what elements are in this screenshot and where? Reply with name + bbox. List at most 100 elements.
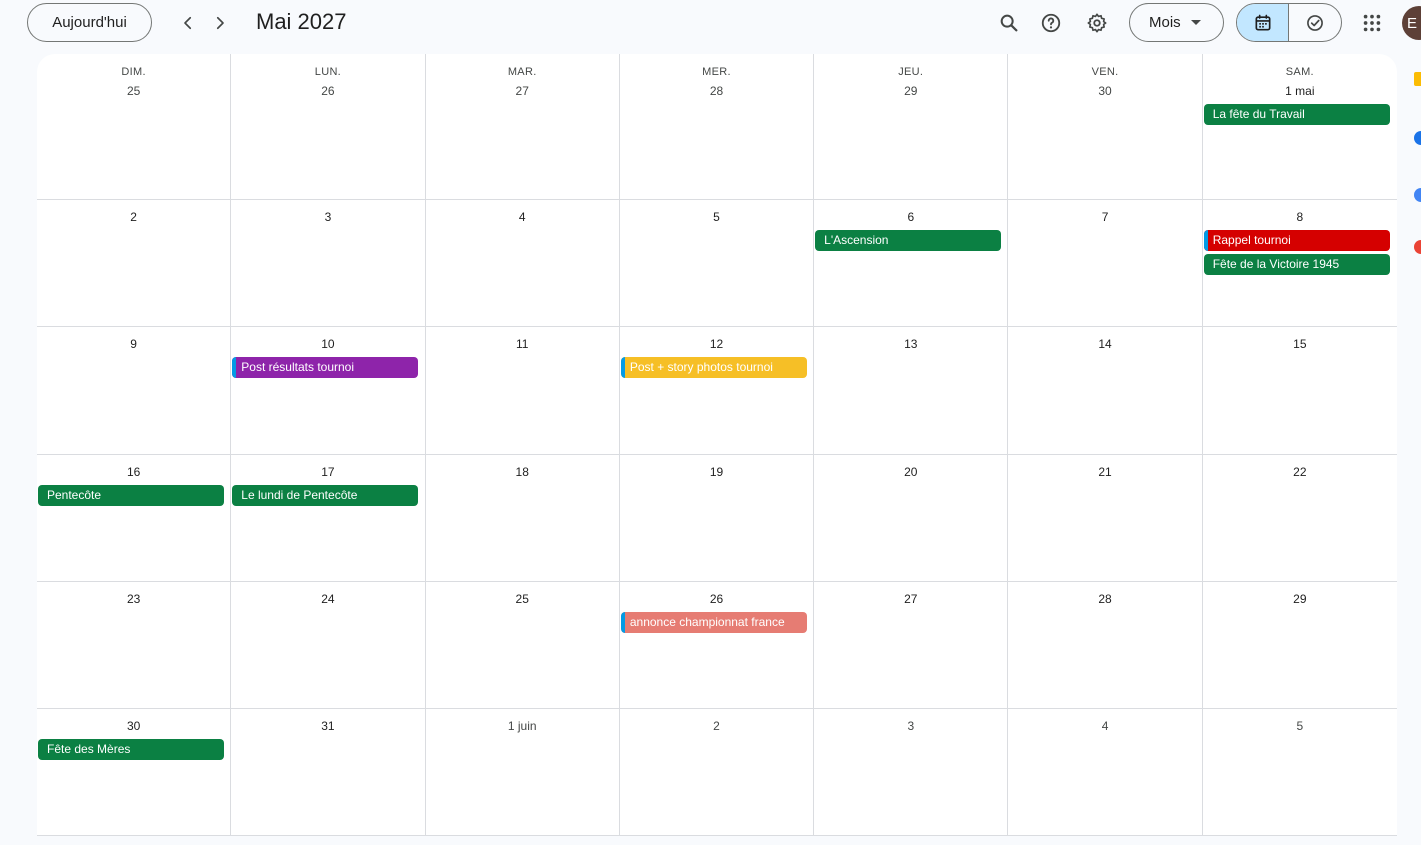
day-cell[interactable]: 20	[814, 455, 1009, 582]
day-number[interactable]: 18	[426, 465, 619, 479]
previous-month-button[interactable]	[174, 9, 202, 37]
side-panel-maps-icon[interactable]	[1414, 240, 1421, 254]
day-cell[interactable]: VEN. 30	[1008, 54, 1203, 200]
day-number[interactable]: 17	[231, 465, 424, 479]
calendar-view-button[interactable]	[1237, 4, 1290, 41]
day-cell[interactable]: 22	[1202, 455, 1397, 582]
day-number[interactable]: 5	[620, 210, 813, 224]
day-cell[interactable]: 7	[1008, 200, 1203, 327]
today-button[interactable]: Aujourd'hui	[27, 3, 152, 42]
day-number[interactable]: 20	[814, 465, 1007, 479]
day-number[interactable]: 23	[37, 592, 230, 606]
day-cell[interactable]: 14	[1008, 327, 1203, 455]
day-cell[interactable]: LUN. 26	[231, 54, 426, 200]
day-cell[interactable]: 31	[231, 709, 426, 835]
day-cell[interactable]: 9	[37, 327, 232, 455]
day-number[interactable]: 7	[1008, 210, 1201, 224]
side-panel-keep-icon[interactable]	[1414, 72, 1421, 86]
day-cell[interactable]: 8 Rappel tournoi Fête de la Victoire 1945	[1202, 200, 1397, 327]
event-chip[interactable]: Pentecôte	[38, 485, 224, 506]
event-chip[interactable]: Fête des Mères	[38, 739, 224, 760]
day-number[interactable]: 1 juin	[426, 719, 619, 733]
settings-button[interactable]	[1081, 7, 1113, 39]
day-number[interactable]: 25	[426, 592, 619, 606]
day-number[interactable]: 12	[620, 337, 813, 351]
day-cell[interactable]: 3	[231, 200, 426, 327]
day-number[interactable]: 26	[620, 592, 813, 606]
day-number[interactable]: 28	[1008, 592, 1201, 606]
event-chip[interactable]: Post + story photos tournoi	[620, 357, 807, 378]
day-number[interactable]: 8	[1203, 210, 1397, 224]
day-number[interactable]: 3	[231, 210, 424, 224]
day-number[interactable]: 29	[1203, 592, 1397, 606]
day-cell[interactable]: 13	[814, 327, 1009, 455]
day-cell[interactable]: 26 annonce championnat france	[619, 582, 815, 709]
day-cell[interactable]: 2	[37, 200, 232, 327]
day-cell[interactable]: DIM. 25	[37, 54, 232, 200]
day-cell[interactable]: 28	[1008, 582, 1203, 709]
day-number[interactable]: 14	[1008, 337, 1201, 351]
day-number[interactable]: 4	[426, 210, 619, 224]
day-number[interactable]: 31	[231, 719, 424, 733]
day-cell[interactable]: 25	[425, 582, 620, 709]
day-number[interactable]: 4	[1008, 719, 1201, 733]
day-number[interactable]: 5	[1203, 719, 1397, 733]
day-number[interactable]: 3	[814, 719, 1007, 733]
day-cell[interactable]: MER. 28	[619, 54, 815, 200]
day-number[interactable]: 15	[1203, 337, 1397, 351]
day-cell[interactable]: 27	[814, 582, 1009, 709]
day-number[interactable]: 2	[620, 719, 813, 733]
view-select[interactable]: Mois	[1129, 3, 1224, 42]
day-cell[interactable]: 19	[619, 455, 815, 582]
event-chip[interactable]: La fête du Travail	[1203, 104, 1390, 125]
day-number[interactable]: 27	[426, 84, 619, 98]
day-number[interactable]: 1 mai	[1203, 84, 1397, 98]
day-number[interactable]: 26	[231, 84, 424, 98]
day-number[interactable]: 2	[37, 210, 230, 224]
day-number[interactable]: 30	[37, 719, 230, 733]
day-cell[interactable]: 3	[814, 709, 1009, 835]
day-number[interactable]: 19	[620, 465, 813, 479]
day-cell[interactable]: 21	[1008, 455, 1203, 582]
day-cell[interactable]: 2	[620, 709, 815, 835]
avatar[interactable]: E	[1402, 6, 1421, 40]
day-cell[interactable]: SAM. 1 mai La fête du Travail	[1202, 54, 1397, 200]
day-cell[interactable]: 12 Post + story photos tournoi	[619, 327, 815, 455]
day-number[interactable]: 13	[814, 337, 1007, 351]
day-cell[interactable]: 17 Le lundi de Pentecôte	[231, 455, 426, 582]
event-chip[interactable]: Post résultats tournoi	[232, 357, 419, 378]
event-chip[interactable]: Fête de la Victoire 1945	[1203, 254, 1390, 275]
day-number[interactable]: 6	[814, 210, 1007, 224]
day-number[interactable]: 22	[1203, 465, 1397, 479]
event-chip[interactable]: L'Ascension	[815, 230, 1002, 251]
day-cell[interactable]: 15	[1202, 327, 1397, 455]
day-cell[interactable]: JEU. 29	[814, 54, 1009, 200]
day-cell[interactable]: 30 Fête des Mères	[37, 709, 232, 835]
apps-button[interactable]	[1358, 9, 1386, 37]
day-cell[interactable]: 29	[1202, 582, 1397, 709]
day-cell[interactable]: 23	[37, 582, 232, 709]
event-chip[interactable]: Rappel tournoi	[1203, 230, 1390, 251]
side-panel-tasks-icon[interactable]	[1414, 131, 1421, 145]
day-cell[interactable]: 4	[425, 200, 620, 327]
day-number[interactable]: 11	[426, 337, 619, 351]
day-number[interactable]: 28	[620, 84, 813, 98]
day-number[interactable]: 25	[37, 84, 230, 98]
side-panel-contacts-icon[interactable]	[1414, 188, 1421, 202]
tasks-view-button[interactable]	[1289, 4, 1341, 41]
day-cell[interactable]: 5	[1203, 709, 1397, 835]
day-cell[interactable]: 11	[425, 327, 620, 455]
day-number[interactable]: 21	[1008, 465, 1201, 479]
day-cell[interactable]: 5	[619, 200, 815, 327]
day-cell[interactable]: 24	[231, 582, 426, 709]
day-cell[interactable]: 18	[425, 455, 620, 582]
day-cell[interactable]: 4	[1008, 709, 1203, 835]
day-number[interactable]: 30	[1008, 84, 1201, 98]
day-cell[interactable]: MAR. 27	[425, 54, 620, 200]
day-cell[interactable]: 16 Pentecôte	[37, 455, 232, 582]
event-chip[interactable]: Le lundi de Pentecôte	[232, 485, 419, 506]
day-number[interactable]: 16	[37, 465, 230, 479]
help-button[interactable]	[1035, 7, 1067, 39]
day-number[interactable]: 9	[37, 337, 230, 351]
event-chip[interactable]: annonce championnat france	[620, 612, 807, 633]
